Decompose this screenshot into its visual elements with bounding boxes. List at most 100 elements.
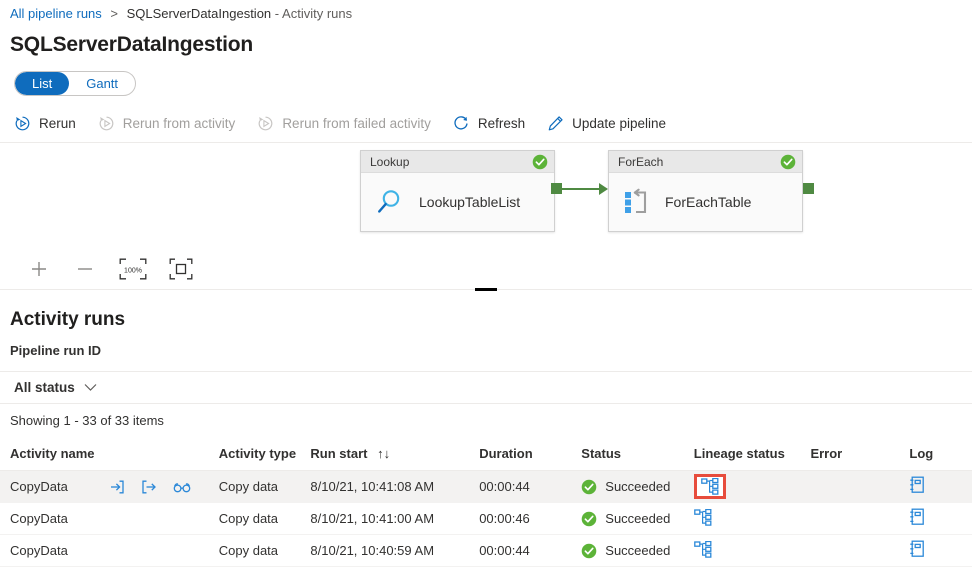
log-icon[interactable] bbox=[909, 540, 925, 558]
view-details-glasses-icon[interactable] bbox=[173, 480, 191, 494]
rerun-from-activity-button: Rerun from activity bbox=[98, 115, 236, 132]
connector-arrow-icon bbox=[599, 182, 608, 195]
pipeline-node-lookup-body: LookupTableList bbox=[361, 173, 554, 231]
cell-log bbox=[909, 502, 972, 535]
canvas-controls: 100% bbox=[0, 249, 972, 289]
refresh-label: Refresh bbox=[477, 116, 526, 131]
status-success-icon bbox=[581, 511, 597, 527]
section-title-activity-runs: Activity runs bbox=[10, 309, 126, 330]
cell-error bbox=[810, 470, 910, 503]
panel-splitter bbox=[0, 288, 972, 299]
pipeline-node-lookup[interactable]: Lookup LookupTableList bbox=[360, 150, 555, 232]
rerun-from-failed-activity-label: Rerun from failed activity bbox=[282, 116, 431, 131]
column-header-status[interactable]: Status bbox=[581, 440, 694, 471]
update-pipeline-label: Update pipeline bbox=[572, 116, 666, 131]
cell-run-start: 8/10/21, 10:41:00 AM bbox=[310, 502, 480, 535]
column-header-log[interactable]: Log bbox=[909, 440, 972, 471]
fit-to-screen-button[interactable] bbox=[168, 256, 194, 282]
zoom-out-button[interactable] bbox=[72, 256, 98, 282]
tab-list[interactable]: List bbox=[15, 72, 70, 95]
cell-log bbox=[909, 534, 972, 567]
cell-status: Succeeded bbox=[581, 534, 694, 567]
connector-output-port-foreach[interactable] bbox=[803, 183, 814, 194]
pipeline-node-lookup-type: Lookup bbox=[370, 154, 410, 169]
foreach-loop-icon bbox=[623, 188, 651, 216]
input-details-icon[interactable] bbox=[109, 479, 125, 495]
zoom-in-button[interactable] bbox=[26, 256, 52, 282]
sort-arrows-icon: ↑↓ bbox=[377, 446, 391, 461]
column-header-error[interactable]: Error bbox=[810, 440, 910, 471]
lineage-status-icon[interactable] bbox=[700, 478, 719, 495]
rerun-icon bbox=[14, 115, 31, 132]
column-header-run-start[interactable]: Run start ↑↓ bbox=[310, 440, 480, 471]
output-details-icon[interactable] bbox=[141, 479, 157, 495]
cell-duration: 00:00:44 bbox=[479, 534, 582, 567]
cell-activity-type: Copy data bbox=[218, 534, 311, 567]
breadcrumb: All pipeline runs > SQLServerDataIngesti… bbox=[0, 0, 972, 27]
cell-lineage-status bbox=[693, 534, 811, 567]
rerun-label: Rerun bbox=[39, 116, 76, 131]
table-row[interactable]: CopyData Copy data 8/10/21, 10:41:00 AM … bbox=[0, 502, 972, 535]
status-success-icon bbox=[581, 543, 597, 559]
status-filter-label: All status bbox=[14, 380, 75, 395]
cell-status: Succeeded bbox=[581, 502, 694, 535]
status-filter-dropdown[interactable]: All status bbox=[14, 380, 97, 395]
splitter-grip[interactable] bbox=[475, 288, 497, 291]
pipeline-node-foreach-type: ForEach bbox=[618, 154, 664, 169]
cell-row-actions bbox=[109, 534, 219, 567]
cell-status: Succeeded bbox=[581, 470, 694, 503]
svg-text:100%: 100% bbox=[124, 267, 142, 274]
cell-activity-type: Copy data bbox=[218, 470, 311, 503]
column-header-lineage-status[interactable]: Lineage status bbox=[693, 440, 811, 471]
success-check-icon bbox=[532, 154, 548, 170]
refresh-button[interactable]: Refresh bbox=[453, 115, 525, 132]
rerun-from-activity-icon bbox=[98, 115, 115, 132]
connector-output-port-lookup[interactable] bbox=[551, 183, 562, 194]
table-row[interactable]: CopyData Copy data 8/10/21, 10:41:08 AM … bbox=[0, 470, 972, 503]
cell-run-start: 8/10/21, 10:41:08 AM bbox=[310, 470, 480, 503]
cell-error bbox=[810, 534, 910, 567]
cell-activity-name: CopyData bbox=[0, 502, 110, 535]
breadcrumb-link-all-pipeline-runs[interactable]: All pipeline runs bbox=[10, 6, 102, 21]
cell-activity-name: CopyData bbox=[0, 470, 110, 503]
showing-count-text: Showing 1 - 33 of 33 items bbox=[10, 413, 164, 428]
zoom-level-button[interactable]: 100% bbox=[118, 256, 148, 282]
breadcrumb-current: SQLServerDataIngestion - Activity runs bbox=[127, 6, 352, 21]
chevron-down-icon bbox=[84, 383, 97, 392]
status-badge: Succeeded bbox=[605, 511, 671, 526]
lineage-status-icon[interactable] bbox=[693, 508, 712, 526]
breadcrumb-current-pipeline: SQLServerDataIngestion bbox=[126, 6, 272, 21]
rerun-from-activity-label: Rerun from activity bbox=[122, 116, 236, 131]
refresh-icon bbox=[453, 115, 470, 132]
column-header-run-start-label: Run start bbox=[310, 446, 368, 461]
update-pipeline-button[interactable]: Update pipeline bbox=[547, 115, 666, 132]
view-toggle: List Gantt bbox=[14, 71, 137, 96]
status-success-icon bbox=[581, 479, 597, 495]
zoom-level-icon: 100% bbox=[119, 258, 147, 280]
breadcrumb-separator: > bbox=[110, 6, 118, 21]
magnifier-icon bbox=[375, 187, 405, 217]
cell-activity-type: Copy data bbox=[218, 502, 311, 535]
cell-error bbox=[810, 502, 910, 535]
cell-row-actions bbox=[109, 470, 219, 503]
pipeline-run-id-label: Pipeline run ID bbox=[10, 343, 102, 358]
cell-row-actions bbox=[109, 502, 219, 535]
rerun-from-failed-activity-button: Rerun from failed activity bbox=[257, 115, 431, 132]
rerun-button[interactable]: Rerun bbox=[14, 115, 76, 132]
tab-gantt[interactable]: Gantt bbox=[69, 72, 135, 95]
pipeline-canvas[interactable]: Lookup LookupTableList ForEach ForEachTa… bbox=[0, 143, 972, 249]
log-icon[interactable] bbox=[909, 508, 925, 526]
table-row[interactable]: CopyData Copy data 8/10/21, 10:40:59 AM … bbox=[0, 534, 972, 567]
log-icon[interactable] bbox=[909, 476, 925, 494]
lineage-status-icon[interactable] bbox=[693, 540, 712, 558]
column-header-activity-type[interactable]: Activity type bbox=[218, 440, 311, 471]
pencil-icon bbox=[547, 115, 564, 132]
filter-bar: All status bbox=[0, 371, 972, 404]
cell-duration: 00:00:44 bbox=[479, 470, 582, 503]
table-header: Activity name Activity type Run start ↑↓… bbox=[0, 440, 972, 471]
pipeline-node-foreach[interactable]: ForEach ForEachTable bbox=[608, 150, 803, 232]
page-title: SQLServerDataIngestion bbox=[10, 33, 254, 56]
column-header-duration[interactable]: Duration bbox=[479, 440, 582, 471]
column-header-activity-name[interactable]: Activity name bbox=[0, 440, 110, 471]
cell-lineage-status bbox=[693, 470, 811, 503]
